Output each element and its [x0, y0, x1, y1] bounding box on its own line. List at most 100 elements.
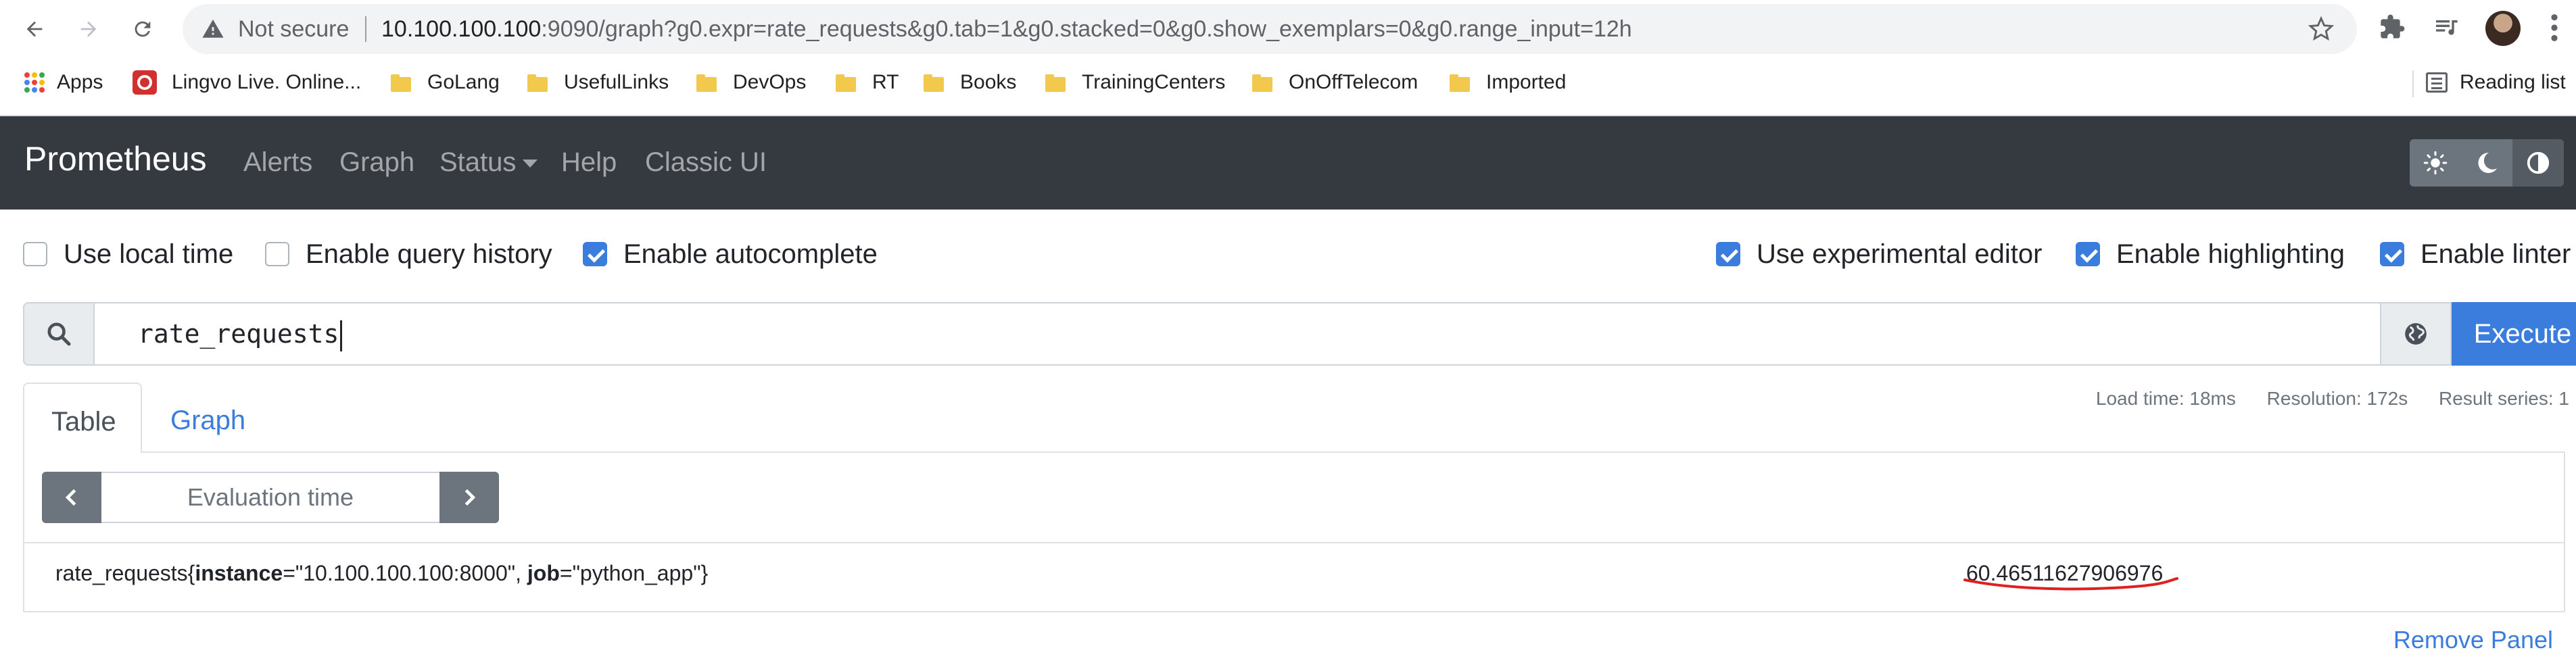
option-enable-autocomplete[interactable]: Enable autocomplete — [583, 238, 878, 270]
arrow-left-icon — [26, 21, 43, 37]
query-stats: Load time: 18ms Resolution: 172s Result … — [2070, 388, 2569, 410]
bookmark-label: RT — [872, 71, 899, 93]
url-path: :9090/graph?g0.expr=rate_requests&g0.tab… — [541, 16, 1632, 42]
bookmark-star-icon[interactable] — [2308, 16, 2334, 42]
reading-list-button[interactable]: Reading list — [2426, 68, 2566, 97]
arrow-right-icon — [80, 21, 97, 37]
option-label: Use local time — [64, 239, 234, 269]
nav-alerts[interactable]: Alerts — [243, 147, 312, 178]
bookmark-imported[interactable]: Imported — [1450, 68, 1566, 97]
bookmark-apps[interactable]: Apps — [24, 68, 103, 97]
sun-icon — [2423, 151, 2448, 175]
bookmarks-divider — [2412, 70, 2414, 97]
tab-graph[interactable]: Graph — [170, 406, 245, 436]
not-secure-label: Not secure — [238, 16, 350, 42]
extensions-icon[interactable] — [2379, 14, 2406, 41]
option-enable-linter[interactable]: Enable linter — [2380, 238, 2571, 270]
nav-help[interactable]: Help — [561, 147, 617, 178]
checkbox[interactable] — [2076, 242, 2100, 266]
bookmark-label: TrainingCenters — [1082, 71, 1226, 93]
eval-time-prev-button[interactable] — [42, 472, 101, 523]
remove-panel-link[interactable]: Remove Panel — [2393, 626, 2553, 654]
checkbox[interactable] — [1716, 242, 1740, 266]
text-cursor — [340, 320, 343, 351]
bookmark-label: Lingvo Live. Online... — [172, 71, 362, 93]
bookmark-label: UsefulLinks — [564, 71, 669, 93]
table-row: rate_requests{instance="10.100.100.100:8… — [24, 542, 2564, 614]
tab-table[interactable]: Table — [23, 383, 142, 453]
option-enable-highlighting[interactable]: Enable highlighting — [2076, 238, 2345, 270]
bookmark-golang[interactable]: GoLang — [391, 68, 500, 97]
back-button[interactable] — [15, 9, 54, 49]
load-time: Load time: 18ms — [2095, 388, 2236, 409]
nav-status[interactable]: Status — [439, 147, 538, 178]
folder-icon — [836, 74, 856, 92]
folder-icon — [924, 74, 944, 92]
nav-status-label: Status — [439, 147, 517, 177]
option-label: Enable query history — [306, 239, 552, 269]
execute-button[interactable]: Execute — [2452, 302, 2576, 366]
brand-link[interactable]: Prometheus — [24, 139, 207, 178]
apps-grid-icon — [24, 72, 45, 93]
folder-icon — [391, 74, 411, 92]
resolution: Resolution: 172s — [2266, 388, 2408, 409]
reading-list-icon — [2426, 72, 2448, 93]
bookmark-books[interactable]: Books — [924, 68, 1016, 97]
forward-button[interactable] — [69, 9, 108, 49]
series-labels: rate_requests{instance="10.100.100.100:8… — [55, 561, 709, 585]
folder-icon — [1045, 74, 1066, 92]
caret-down-icon — [523, 159, 538, 168]
folder-icon — [527, 74, 548, 92]
address-divider — [365, 16, 366, 42]
bookmark-devops[interactable]: DevOps — [696, 68, 806, 97]
folder-icon — [1252, 74, 1272, 92]
expression-text: rate_requests — [138, 319, 339, 349]
theme-toggle-group — [2410, 139, 2564, 187]
media-queue-icon[interactable] — [2433, 14, 2460, 41]
checkbox[interactable] — [23, 242, 47, 266]
address-bar[interactable]: Not secure 10.100.100.100:9090/graph?g0.… — [183, 4, 2357, 54]
metrics-explorer-button[interactable] — [2381, 302, 2452, 366]
label-value: "10.100.100.100:8000" — [295, 561, 516, 585]
search-icon — [47, 322, 71, 346]
url-text[interactable]: 10.100.100.100:9090/graph?g0.expr=rate_r… — [381, 16, 1632, 43]
dark-theme-button[interactable] — [2461, 139, 2512, 187]
bookmark-label: GoLang — [427, 71, 500, 93]
reload-icon — [135, 21, 151, 37]
option-use-experimental-editor[interactable]: Use experimental editor — [1716, 238, 2042, 270]
browser-chrome: Not secure 10.100.100.100:9090/graph?g0.… — [0, 0, 2576, 116]
chevron-left-icon — [65, 489, 76, 506]
bookmark-label: Apps — [57, 71, 103, 93]
chevron-right-icon — [464, 489, 476, 506]
bookmarks-bar: Apps Lingvo Live. Online... GoLang Usefu… — [0, 62, 2576, 103]
option-enable-query-history[interactable]: Enable query history — [265, 238, 552, 270]
navbar: Prometheus Alerts Graph Status Help Clas… — [0, 116, 2576, 210]
checkbox[interactable] — [2380, 242, 2404, 266]
nav-classic-ui[interactable]: Classic UI — [645, 147, 767, 178]
bookmark-onofftelecom[interactable]: OnOffTelecom — [1252, 68, 1418, 97]
option-use-local-time[interactable]: Use local time — [23, 238, 233, 270]
bookmark-label: DevOps — [733, 71, 807, 93]
bookmark-label: OnOffTelecom — [1289, 71, 1418, 93]
checkbox[interactable] — [265, 242, 289, 266]
light-theme-button[interactable] — [2410, 139, 2461, 187]
label-key: instance — [195, 561, 283, 585]
globe-icon — [2405, 323, 2427, 345]
lingvo-icon — [133, 70, 157, 95]
bookmark-lingvo[interactable]: Lingvo Live. Online... — [133, 68, 361, 97]
profile-avatar[interactable] — [2485, 11, 2521, 46]
bookmark-trainingcenters[interactable]: TrainingCenters — [1045, 68, 1225, 97]
bookmark-rt[interactable]: RT — [836, 68, 899, 97]
expression-input-group: rate_requests Execute — [23, 302, 2576, 366]
evaluation-time-input[interactable]: Evaluation time — [101, 472, 439, 523]
reload-button[interactable] — [123, 9, 162, 49]
nav-graph[interactable]: Graph — [339, 147, 414, 178]
bookmark-label: Imported — [1486, 71, 1567, 93]
eval-time-next-button[interactable] — [439, 472, 499, 523]
metric-name: rate_requests — [55, 561, 188, 585]
browser-theme-button[interactable] — [2512, 139, 2564, 187]
checkbox[interactable] — [583, 242, 607, 266]
more-menu-icon[interactable] — [2549, 12, 2560, 43]
expression-input[interactable]: rate_requests — [93, 302, 2381, 366]
bookmark-usefullinks[interactable]: UsefulLinks — [527, 68, 669, 97]
